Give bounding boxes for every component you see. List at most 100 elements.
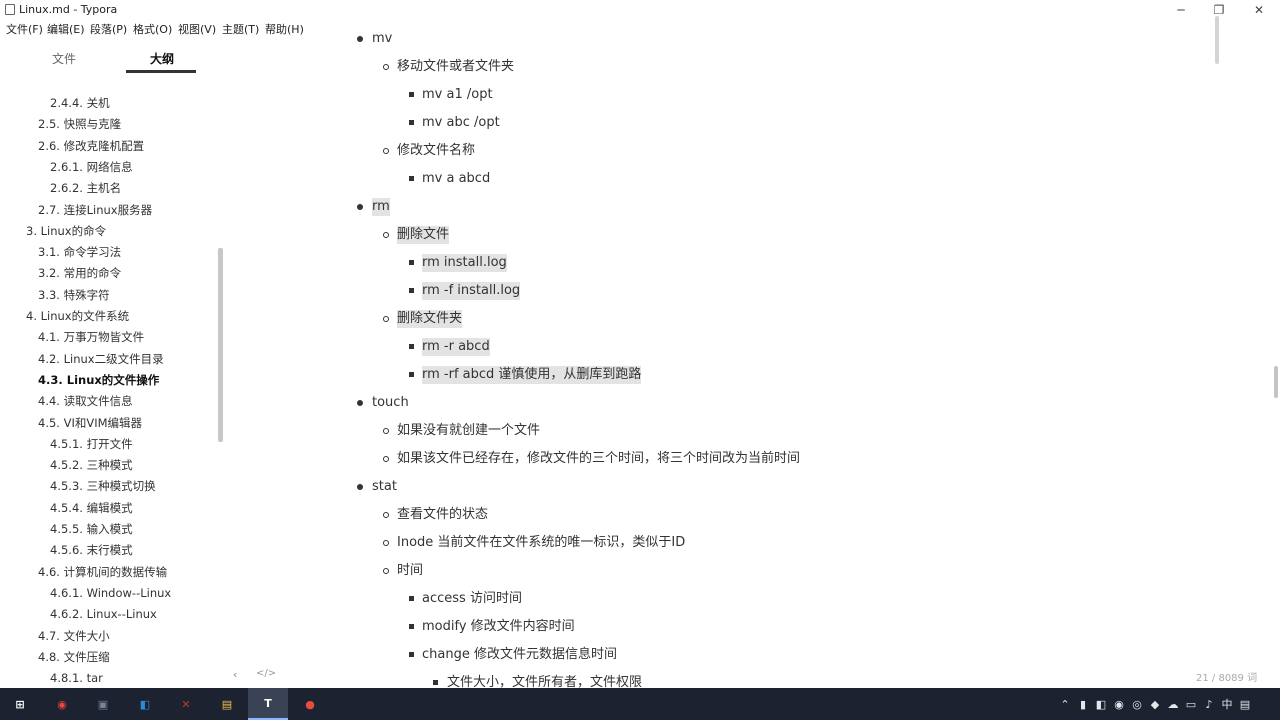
outline-item[interactable]: 4.4. 读取文件信息 <box>38 394 133 408</box>
list-item[interactable]: mv a1 /opt <box>422 86 493 104</box>
menu-file[interactable]: 文件(F) <box>6 21 43 37</box>
tray-app-2-icon[interactable]: ◎ <box>1128 688 1146 720</box>
outline-item[interactable]: 4.8. 文件压缩 <box>38 650 110 664</box>
tab-scrollbar[interactable] <box>1215 16 1219 64</box>
chrome-icon[interactable]: ◉ <box>42 688 82 720</box>
menu-view[interactable]: 视图(V) <box>178 21 216 37</box>
tray-app-icon[interactable]: ◧ <box>1092 688 1110 720</box>
word-count[interactable]: 21 / 8089 词 <box>1196 669 1257 684</box>
outline-item[interactable]: 4.5.1. 打开文件 <box>50 437 133 451</box>
outline-item[interactable]: 3.3. 特殊字符 <box>38 288 110 302</box>
outline-item[interactable]: 2.6. 修改克隆机配置 <box>38 139 144 153</box>
editor-scrollbar-track[interactable] <box>1272 20 1280 688</box>
close-button[interactable]: ✕ <box>1250 2 1268 18</box>
restore-button[interactable]: ❐ <box>1210 2 1228 18</box>
show-hidden-icons-icon[interactable]: ⌃ <box>1056 688 1074 720</box>
minimize-button[interactable]: ─ <box>1172 2 1190 18</box>
outline-item[interactable]: 2.7. 连接Linux服务器 <box>38 203 152 217</box>
list-item[interactable]: 文件大小，文件所有者，文件权限 <box>447 674 642 688</box>
list-item[interactable]: 如果没有就创建一个文件 <box>397 422 540 440</box>
outline-item[interactable]: 3.1. 命令学习法 <box>38 245 121 259</box>
list-item[interactable]: change 修改文件元数据信息时间 <box>422 646 617 664</box>
list-item[interactable]: 查看文件的状态 <box>397 506 488 524</box>
tab-files[interactable]: 文件 <box>52 50 76 67</box>
outline-item[interactable]: 2.6.1. 网络信息 <box>50 160 133 174</box>
outline-item[interactable]: 4.3. Linux的文件操作 <box>38 373 159 387</box>
ime-indicator[interactable]: 中 <box>1218 688 1236 720</box>
list-item[interactable]: rm -r abcd <box>422 338 490 356</box>
system-tray: ⌃ ▮ ◧ ◉ ◎ ◆ ☁ ▭ ♪ 中 ▤ <box>1056 688 1254 720</box>
list-bullet-icon <box>409 344 414 349</box>
outline-item[interactable]: 4.2. Linux二级文件目录 <box>38 352 164 366</box>
list-item[interactable]: 删除文件夹 <box>397 310 463 328</box>
list-item[interactable]: mv a abcd <box>422 170 490 188</box>
menu-format[interactable]: 格式(O) <box>133 21 172 37</box>
typora-icon[interactable]: T <box>248 688 288 720</box>
outline-item[interactable]: 2.4.4. 关机 <box>50 96 110 110</box>
volume-icon[interactable]: ♪ <box>1200 688 1218 720</box>
tab-outline[interactable]: 大纲 <box>150 50 174 67</box>
list-item[interactable]: 移动文件或者文件夹 <box>397 58 514 76</box>
app-blue-icon[interactable]: ◧ <box>125 688 165 720</box>
list-bullet-icon <box>409 596 414 601</box>
collapse-sidebar-icon[interactable]: ‹ <box>233 668 237 681</box>
list-item[interactable]: mv abc /opt <box>422 114 500 132</box>
outline-item[interactable]: 4. Linux的文件系统 <box>26 309 129 323</box>
list-bullet-icon <box>409 372 414 377</box>
xshell-icon[interactable]: ✕ <box>166 688 206 720</box>
vmware-icon[interactable]: ▣ <box>83 688 123 720</box>
list-item[interactable]: touch <box>372 394 409 412</box>
outline-item[interactable]: 4.5.3. 三种模式切换 <box>50 479 156 493</box>
outline-item[interactable]: 4.6. 计算机间的数据传输 <box>38 565 167 579</box>
outline-item[interactable]: 2.6.2. 主机名 <box>50 181 121 195</box>
app-blue-glyph-icon: ◧ <box>139 697 151 711</box>
list-item[interactable]: rm -rf abcd 谨慎使用，从删库到跑路 <box>422 366 642 384</box>
record-icon[interactable]: ◉ <box>1110 688 1128 720</box>
list-item[interactable]: 时间 <box>397 562 423 580</box>
cloud-icon[interactable]: ☁ <box>1164 688 1182 720</box>
editor-scrollbar-thumb[interactable] <box>1274 366 1278 398</box>
list-item[interactable]: mv <box>372 30 392 48</box>
list-bullet-icon <box>383 148 389 154</box>
windows-start-icon[interactable]: ⊞ <box>0 688 40 720</box>
menu-edit[interactable]: 编辑(E) <box>47 21 85 37</box>
action-center-icon[interactable]: ▤ <box>1236 688 1254 720</box>
outline-item[interactable]: 3. Linux的命令 <box>26 224 106 238</box>
outline-item[interactable]: 3.2. 常用的命令 <box>38 266 121 280</box>
list-item[interactable]: 修改文件名称 <box>397 142 475 160</box>
outline-item[interactable]: 4.5.5. 输入模式 <box>50 522 133 536</box>
usb-icon[interactable]: ▮ <box>1074 688 1092 720</box>
outline-item[interactable]: 4.7. 文件大小 <box>38 629 110 643</box>
list-item[interactable]: access 访问时间 <box>422 590 522 608</box>
outline-item[interactable]: 2.5. 快照与克隆 <box>38 117 121 131</box>
shield-icon[interactable]: ◆ <box>1146 688 1164 720</box>
outline-item[interactable]: 4.1. 万事万物皆文件 <box>38 330 144 344</box>
outline-item[interactable]: 4.8.1. tar <box>50 671 103 685</box>
file-explorer-icon[interactable]: ▤ <box>207 688 247 720</box>
list-item[interactable]: Inode 当前文件在文件系统的唯一标识，类似于ID <box>397 534 685 552</box>
network-icon[interactable]: ▭ <box>1182 688 1200 720</box>
list-item[interactable]: modify 修改文件内容时间 <box>422 618 575 636</box>
outline-item[interactable]: 4.6.1. Window--Linux <box>50 586 171 600</box>
list-item[interactable]: rm -f install.log <box>422 282 521 300</box>
list-item[interactable]: stat <box>372 478 397 496</box>
outline-item[interactable]: 4.5.4. 编辑模式 <box>50 501 133 515</box>
list-bullet-icon <box>357 36 363 42</box>
outline-item[interactable]: 4.5. VI和VIM编辑器 <box>38 416 142 430</box>
list-bullet-icon <box>409 288 414 293</box>
editor-content[interactable]: mv 移动文件或者文件夹 mv a1 /opt mv abc /opt 修改文件名称 mv… <box>270 24 1270 688</box>
title-bar: Linux.md - Typora ─ ❐ ✕ <box>0 0 1280 20</box>
list-bullet-icon <box>409 652 414 657</box>
outline-item[interactable]: 4.6.2. Linux--Linux <box>50 607 157 621</box>
list-item[interactable]: rm <box>372 198 390 216</box>
list-bullet-icon <box>383 64 389 70</box>
list-item[interactable]: rm install.log <box>422 254 507 272</box>
menu-paragraph[interactable]: 段落(P) <box>90 21 127 37</box>
menu-theme[interactable]: 主题(T) <box>222 21 259 37</box>
list-item[interactable]: 删除文件 <box>397 226 450 244</box>
outline-scrollbar[interactable] <box>218 248 223 442</box>
list-item[interactable]: 如果该文件已经存在，修改文件的三个时间，将三个时间改为当前时间 <box>397 450 800 468</box>
outline-item[interactable]: 4.5.6. 末行模式 <box>50 543 133 557</box>
outline-item[interactable]: 4.5.2. 三种模式 <box>50 458 133 472</box>
recorder-icon[interactable]: ● <box>290 688 330 720</box>
